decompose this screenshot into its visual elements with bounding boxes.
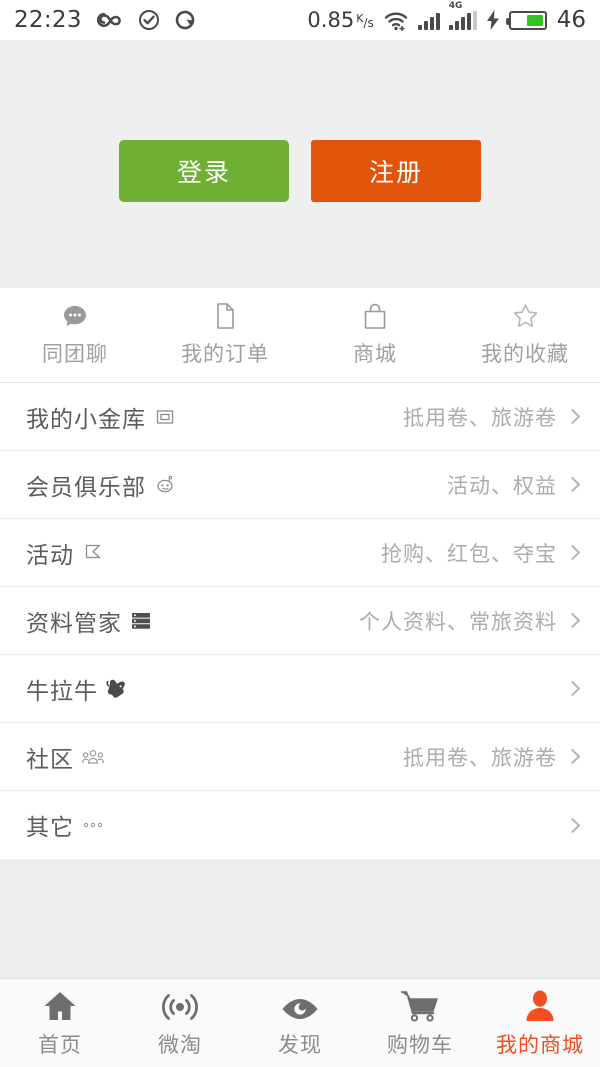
chat-bubble-icon (62, 303, 88, 329)
register-button[interactable]: 注册 (311, 140, 481, 202)
list-item-other[interactable]: 其它 (0, 791, 600, 859)
bolt-icon (486, 10, 500, 30)
list-item-subtitle: 个人资料、常旅资料 (359, 609, 557, 634)
tab-label: 发现 (278, 1032, 322, 1057)
quick-access-label: 我的订单 (181, 341, 269, 366)
network-speed-value: 0.85 (307, 8, 355, 32)
cart-icon (400, 988, 440, 1022)
auth-buttons: 登录 注册 (119, 140, 481, 202)
star-outline-icon (512, 303, 539, 329)
check-circle-icon (138, 9, 160, 31)
tab-weitao[interactable]: 微淘 (120, 988, 240, 1059)
content-spacer (0, 859, 600, 978)
chevron-right-icon (564, 817, 581, 833)
login-button[interactable]: 登录 (119, 140, 289, 202)
document-icon (215, 302, 235, 329)
quick-access-item-group-chat[interactable]: 同团聊 (0, 303, 150, 368)
tab-home[interactable]: 首页 (0, 988, 120, 1059)
status-bar: 22:23 0.85 K/s 4G 46 (0, 0, 600, 40)
tab-label: 首页 (38, 1032, 82, 1057)
list-item-title: 牛拉牛 (26, 678, 98, 705)
person-icon (525, 988, 555, 1022)
list-item-title: 会员俱乐部 (26, 474, 146, 501)
broadcast-icon (162, 988, 198, 1022)
shopping-bag-icon (363, 303, 387, 329)
server-stack-icon (130, 610, 152, 632)
list-item-niulaniu[interactable]: 牛拉牛 (0, 655, 600, 723)
tab-cart[interactable]: 购物车 (360, 988, 480, 1059)
tab-label: 购物车 (387, 1032, 453, 1057)
infinity-icon (96, 11, 124, 29)
chevron-right-icon (564, 680, 581, 697)
list-item-vault[interactable]: 我的小金库 抵用卷、旅游卷 (0, 383, 600, 451)
signal-4g-icon: 4G (448, 1, 477, 30)
list-item-title: 其它 (26, 815, 74, 841)
list-item-activities[interactable]: 活动 抢购、红包、夺宝 (0, 519, 600, 587)
tab-my-mall[interactable]: 我的商城 (480, 988, 600, 1059)
signal-4g-label: 4G (448, 0, 463, 11)
list-item-community[interactable]: 社区 抵用卷、旅游卷 (0, 723, 600, 791)
ellipsis-icon (82, 814, 104, 836)
chevron-right-icon (564, 748, 581, 765)
list-item-subtitle: 活动、权益 (447, 473, 557, 498)
list-item-title: 活动 (26, 542, 74, 569)
battery-icon (505, 10, 547, 30)
rotate-icon (174, 9, 196, 31)
signal-bars-icon (417, 11, 440, 30)
status-time: 22:23 (14, 7, 82, 33)
quick-access-label: 同团聊 (42, 341, 108, 366)
people-group-icon (82, 746, 104, 768)
status-bar-left: 22:23 (14, 7, 196, 33)
battery-level: 46 (556, 7, 586, 33)
chevron-right-icon (564, 612, 581, 629)
status-bar-right: 0.85 K/s 4G 46 (307, 1, 586, 34)
phone-screen: 22:23 0.85 K/s 4G 46 登录 注册 同团聊 我的订单 商城 我… (0, 0, 600, 1067)
quick-access-item-favorites[interactable]: 我的收藏 (450, 303, 600, 368)
menu-list: 我的小金库 抵用卷、旅游卷 会员俱乐部 活动、权益 活动 抢购、红包、夺宝 资料… (0, 383, 600, 859)
list-item-subtitle: 抢购、红包、夺宝 (381, 541, 557, 566)
list-item-title: 资料管家 (26, 610, 122, 637)
tab-label: 我的商城 (496, 1032, 584, 1057)
bottom-tab-bar: 首页 微淘 发现 购物车 我的商城 (0, 978, 600, 1067)
flag-icon (82, 542, 104, 564)
quick-access-label: 商城 (353, 341, 397, 366)
quick-access-item-my-orders[interactable]: 我的订单 (150, 302, 300, 368)
quick-access-item-mall[interactable]: 商城 (300, 303, 450, 368)
tab-label: 微淘 (158, 1032, 202, 1057)
hero-section: 登录 注册 (0, 40, 600, 288)
list-item-subtitle: 抵用卷、旅游卷 (403, 745, 557, 770)
wifi-icon (383, 10, 409, 31)
network-speed-unit: K/s (356, 12, 374, 30)
list-item-profile-manager[interactable]: 资料管家 个人资料、常旅资料 (0, 587, 600, 655)
quick-access-label: 我的收藏 (481, 341, 569, 366)
safe-box-icon (154, 406, 176, 428)
chevron-right-icon (564, 544, 581, 561)
list-item-title: 社区 (26, 746, 74, 773)
eye-icon (280, 988, 320, 1022)
list-item-title: 我的小金库 (26, 406, 146, 433)
list-item-subtitle: 抵用卷、旅游卷 (403, 405, 557, 430)
home-icon (43, 988, 77, 1022)
quick-access-row: 同团聊 我的订单 商城 我的收藏 (0, 288, 600, 383)
alien-face-icon (154, 474, 176, 496)
network-speed: 0.85 K/s (307, 8, 373, 32)
chevron-right-icon (564, 408, 581, 425)
list-item-member-club[interactable]: 会员俱乐部 活动、权益 (0, 451, 600, 519)
tab-discover[interactable]: 发现 (240, 988, 360, 1059)
chevron-right-icon (564, 476, 581, 493)
bull-head-icon (106, 678, 128, 700)
